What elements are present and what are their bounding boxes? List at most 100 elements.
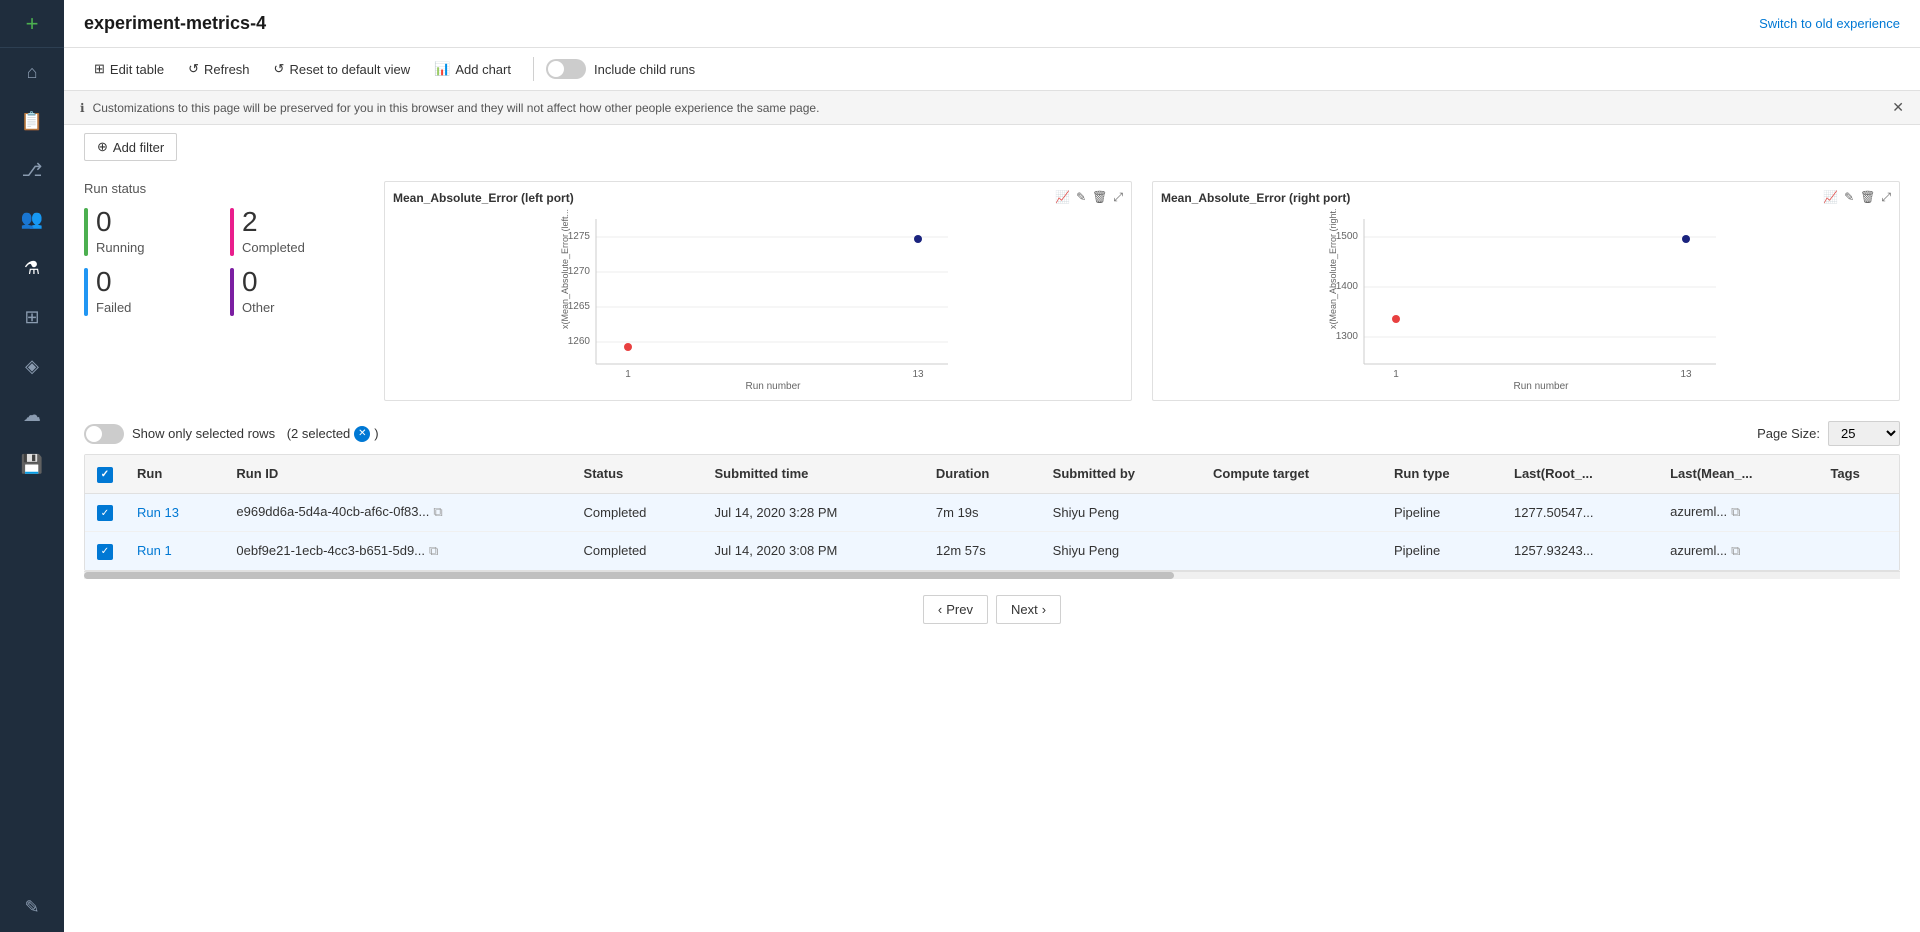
col-submitted-by[interactable]: Submitted by [1041, 455, 1201, 493]
chart2-delete-icon[interactable]: 🗑 [1860, 190, 1875, 205]
col-status[interactable]: Status [572, 455, 703, 493]
svg-text:1275: 1275 [568, 231, 591, 242]
reset-view-button[interactable]: ↺ Reset to default view [264, 56, 421, 82]
run13-link[interactable]: Run 13 [137, 505, 179, 520]
add-chart-icon: 📊 [434, 61, 450, 77]
experiment-icon[interactable]: ⚗ [0, 244, 64, 293]
sidebar: + ⌂ 📋 ⎇ 👥 ⚗ ⊞ ◈ ☁ 💾 ✎ [0, 0, 64, 932]
filter-icon: ⊕ [97, 139, 108, 155]
row2-last-root: 1257.93243... [1502, 532, 1658, 570]
col-duration[interactable]: Duration [924, 455, 1041, 493]
row1-tags [1818, 493, 1899, 532]
run-status-box: Run status 0 Running 2 Completed [84, 181, 364, 316]
select-all-checkbox[interactable]: ✓ [85, 455, 125, 493]
chart2-title: Mean_Absolute_Error (right port) [1161, 191, 1350, 205]
chart2-expand-icon[interactable]: ⤢ [1881, 190, 1891, 205]
runs-table: ✓ Run Run ID Status Submitted time Durat… [85, 455, 1899, 570]
add-icon[interactable]: + [0, 0, 64, 51]
row1-checkbox[interactable]: ✓ [85, 493, 125, 532]
running-bar [84, 208, 88, 256]
chart1-linechart-icon[interactable]: 📈 [1055, 190, 1070, 205]
clear-selection-button[interactable]: ✕ [354, 426, 370, 442]
scroll-thumb[interactable] [84, 572, 1174, 579]
add-chart-button[interactable]: 📊 Add chart [424, 56, 521, 82]
chart1-title: Mean_Absolute_Error (left port) [393, 191, 574, 205]
chart-left-port: Mean_Absolute_Error (left port) 📈 ✎ 🗑 ⤢ … [384, 181, 1132, 401]
include-child-runs-toggle[interactable] [546, 59, 586, 79]
chart1-expand-icon[interactable]: ⤢ [1113, 190, 1123, 205]
row1-run-id: e969dd6a-5d4a-40cb-af6c-0f83...⧉ [224, 493, 571, 532]
row2-status: Completed [572, 532, 703, 570]
include-child-runs-label: Include child runs [594, 62, 695, 77]
page-size-select[interactable]: 10 25 50 100 [1828, 421, 1900, 446]
edit-icon[interactable]: ✎ [0, 883, 64, 932]
add-filter-button[interactable]: ⊕ Add filter [84, 133, 177, 161]
pipeline-icon[interactable]: ◈ [0, 342, 64, 391]
info-icon: ℹ [80, 101, 85, 115]
close-banner-button[interactable]: ✕ [1892, 99, 1904, 116]
svg-text:1: 1 [625, 369, 631, 380]
chart2-edit-icon[interactable]: ✎ [1844, 190, 1854, 205]
chart2-linechart-icon[interactable]: 📈 [1823, 190, 1838, 205]
chart1-delete-icon[interactable]: 🗑 [1092, 190, 1107, 205]
info-banner-message: Customizations to this page will be pres… [93, 101, 820, 115]
chart-right-port: Mean_Absolute_Error (right port) 📈 ✎ 🗑 ⤢… [1152, 181, 1900, 401]
row1-run-type: Pipeline [1382, 493, 1502, 532]
toggle-row: Show only selected rows (2 selected ✕ ) … [84, 413, 1900, 454]
next-button[interactable]: Next › [996, 595, 1061, 624]
col-run-id[interactable]: Run ID [224, 455, 571, 493]
col-compute-target[interactable]: Compute target [1201, 455, 1382, 493]
dashboard-icon[interactable]: ⊞ [0, 293, 64, 342]
horizontal-scrollbar[interactable] [84, 571, 1900, 579]
people-icon[interactable]: 👥 [0, 195, 64, 244]
chart1-edit-icon[interactable]: ✎ [1076, 190, 1086, 205]
prev-icon: ‹ [938, 602, 942, 617]
next-icon: › [1042, 602, 1046, 617]
row2-copy-mean-icon[interactable]: ⧉ [1731, 543, 1740, 558]
col-tags[interactable]: Tags [1818, 455, 1899, 493]
row2-checkbox[interactable]: ✓ [85, 532, 125, 570]
toolbar: ⊞ Edit table ↺ Refresh ↺ Reset to defaul… [64, 48, 1920, 91]
selected-badge: (2 selected ✕ ) [283, 426, 379, 442]
compute-icon[interactable]: ☁ [0, 391, 64, 440]
info-banner-left: ℹ Customizations to this page will be pr… [80, 101, 819, 115]
row1-duration: 7m 19s [924, 493, 1041, 532]
prev-button[interactable]: ‹ Prev [923, 595, 988, 624]
notebook-icon[interactable]: 📋 [0, 97, 64, 146]
top-header: experiment-metrics-4 Switch to old exper… [64, 0, 1920, 48]
show-selected-toggle[interactable] [84, 424, 124, 444]
svg-text:1260: 1260 [568, 336, 591, 347]
col-submitted-time[interactable]: Submitted time [703, 455, 924, 493]
branch-icon[interactable]: ⎇ [0, 146, 64, 195]
running-label: Running [96, 240, 144, 255]
run1-link[interactable]: Run 1 [137, 543, 172, 558]
other-bar [230, 268, 234, 316]
row2-run-type: Pipeline [1382, 532, 1502, 570]
chart1-point-run1 [624, 343, 632, 351]
row1-compute-target [1201, 493, 1382, 532]
row1-copy-icon[interactable]: ⧉ [433, 504, 442, 519]
chart2-actions: 📈 ✎ 🗑 ⤢ [1823, 190, 1891, 205]
col-run[interactable]: Run [125, 455, 224, 493]
running-count: 0 [96, 208, 144, 236]
row2-copy-icon[interactable]: ⧉ [429, 543, 438, 558]
chart1-actions: 📈 ✎ 🗑 ⤢ [1055, 190, 1123, 205]
completed-status: 2 Completed [230, 208, 364, 256]
svg-text:1: 1 [1393, 369, 1399, 380]
row1-copy-mean-icon[interactable]: ⧉ [1731, 504, 1740, 519]
svg-text:Run number: Run number [745, 381, 801, 389]
row1-run: Run 13 [125, 493, 224, 532]
edit-table-button[interactable]: ⊞ Edit table [84, 56, 174, 82]
chart1-header: Mean_Absolute_Error (left port) 📈 ✎ 🗑 ⤢ [393, 190, 1123, 205]
col-last-mean[interactable]: Last(Mean_... [1658, 455, 1818, 493]
col-run-type[interactable]: Run type [1382, 455, 1502, 493]
data-icon[interactable]: 💾 [0, 440, 64, 489]
reset-icon: ↺ [274, 61, 285, 77]
home-icon[interactable]: ⌂ [0, 48, 64, 97]
charts-area: Mean_Absolute_Error (left port) 📈 ✎ 🗑 ⤢ … [384, 181, 1900, 401]
refresh-button[interactable]: ↺ Refresh [178, 56, 259, 82]
row1-last-root: 1277.50547... [1502, 493, 1658, 532]
chart1-svg: 1275 1270 1265 1260 x( [393, 209, 1123, 389]
col-last-root[interactable]: Last(Root_... [1502, 455, 1658, 493]
switch-experience-link[interactable]: Switch to old experience [1759, 16, 1900, 31]
